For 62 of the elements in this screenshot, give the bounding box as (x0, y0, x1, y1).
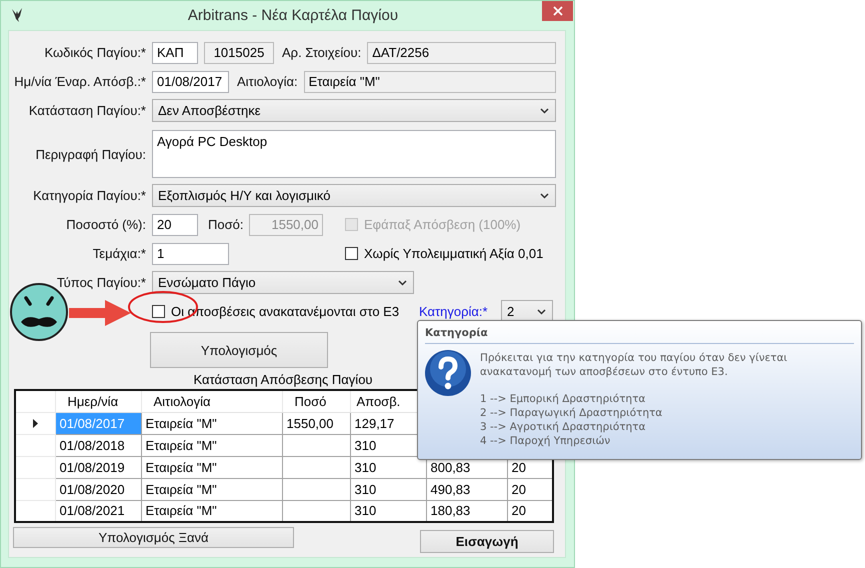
checkbox-label: Εφάπαξ Απόσβεση (100%) (364, 217, 521, 232)
table-cell: Εταιρεία "M" (141, 478, 282, 500)
table-cell: Εταιρεία "M" (141, 412, 282, 434)
tooltip-list-item: 2 --> Παραγωγική Δραστηριότητα (480, 406, 664, 420)
window-title: Arbitrans - Νέα Καρτέλα Παγίου (186, 7, 400, 24)
field-label: Κωδικός Παγίου:* (43, 45, 146, 60)
close-button[interactable] (542, 1, 573, 21)
field-label: Αιτιολογία: (237, 74, 298, 89)
chevron-icon (398, 280, 407, 286)
input-field[interactable]: 1 (152, 242, 229, 264)
close-icon (552, 6, 562, 16)
column-header[interactable]: Ποσό (282, 390, 350, 412)
input-field: Εταιρεία "M" (304, 70, 556, 92)
dropdown[interactable]: Ενσώματο Πάγιο (152, 271, 414, 294)
field-label: Ημ/νία Έναρ. Απόσβ.:* (13, 74, 146, 89)
tooltip-text: Πρόκειται για την κατηγορία του παγίου όταν δεν γίνεται ανακατανομή των αποσβέσεων στο έντυπο Ε3. (480, 351, 788, 379)
insert-button[interactable]: Εισαγωγή (420, 530, 554, 553)
field-label: Περιγραφή Παγίου: (34, 146, 146, 162)
table-cell: 01/08/2019 (55, 456, 141, 478)
field-label: Κατηγορία Παγίου:* (32, 188, 146, 203)
table-cell: 490,83 (426, 478, 507, 500)
dropdown[interactable]: Δεν Αποσβέστηκε (152, 99, 556, 122)
tooltip-list-item: 3 --> Αγροτική Δραστηριότητα (480, 420, 647, 434)
input-field: 1015025 (204, 42, 274, 64)
help-icon (424, 349, 472, 397)
input-field: ΔΑΤ/2256 (367, 42, 556, 64)
recalculate-button[interactable]: Υπολογισμός Ξανά (13, 527, 294, 548)
arrow-icon (69, 299, 131, 327)
field-label: Αρ. Στοιχείου: (282, 45, 362, 60)
table-cell: 310 (350, 478, 426, 500)
tooltip-list-item: 4 --> Παροχή Υπηρεσιών (480, 434, 612, 448)
field-label: Ποσό: (208, 217, 244, 232)
checkbox[interactable] (345, 247, 358, 260)
column-header[interactable]: Ημερ/νία (55, 390, 141, 412)
input-field[interactable]: ΚΑΠ (152, 42, 198, 64)
checkbox-label: Χωρίς Υπολειμματική Αξία 0,01 (364, 246, 544, 261)
tooltip-title: Κατηγορία (425, 327, 854, 344)
field-label: Ποσοστό (%): (65, 217, 146, 232)
field-label: Κατηγορία:* (419, 304, 488, 319)
table-cell: 01/08/2020 (55, 478, 141, 500)
table-cell: Εταιρεία "M" (141, 434, 282, 456)
field-label: Τύπος Παγίου:* (56, 275, 146, 290)
chevron-icon (537, 308, 546, 314)
table-cell: 01/08/2018 (55, 434, 141, 456)
checkbox[interactable] (152, 305, 165, 318)
table-row[interactable]: 01/08/2021 Εταιρεία "M" 310 180,83 20 (15, 500, 553, 522)
table-cell: 01/08/2017 (55, 412, 141, 434)
table-cell: 1550,00 (282, 412, 350, 434)
table-cell: Εταιρεία "M" (141, 456, 282, 478)
tooltip-list-item: 1 --> Εμπορική Δραστηριότητα (480, 392, 646, 406)
column-header[interactable]: Αιτιολογία (141, 390, 282, 412)
input-field[interactable]: 20 (152, 214, 198, 236)
field-label: Τεμάχια:* (92, 246, 146, 261)
dropdown[interactable]: Εξοπλισμός Η/Υ και λογισμικό (152, 184, 556, 207)
field-label: Κατάσταση Παγίου:* (28, 103, 146, 118)
text-area[interactable]: Αγορά PC Desktop (152, 130, 556, 178)
calculate-button[interactable]: Υπολογισμός (150, 332, 328, 368)
chevron-icon (540, 108, 549, 114)
chevron-icon (540, 192, 549, 198)
table-row[interactable]: 01/08/2020 Εταιρεία "M" 310 490,83 20 (15, 478, 553, 500)
input-field: 1550,00 (249, 214, 324, 236)
input-field[interactable]: 01/08/2017 (152, 70, 229, 92)
